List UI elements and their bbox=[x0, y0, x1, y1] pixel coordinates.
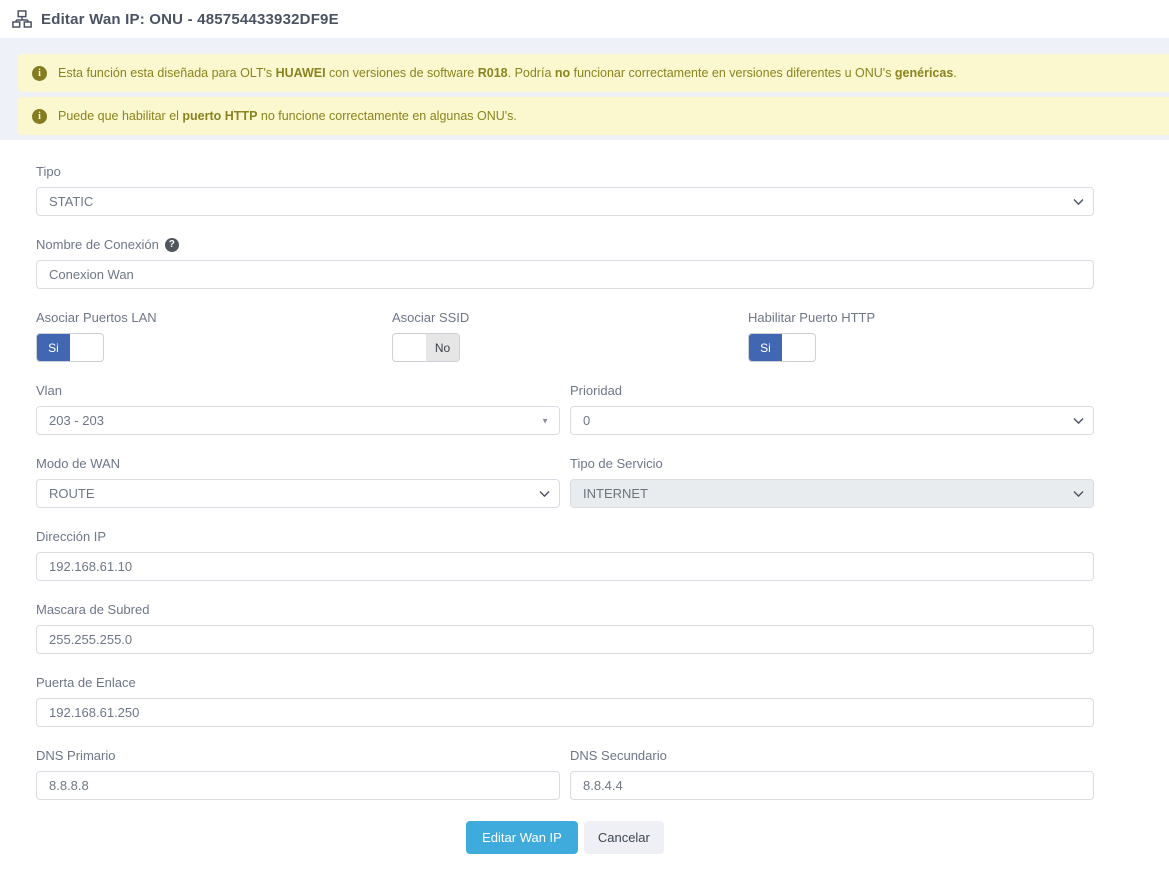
mascara-subred-label: Mascara de Subred bbox=[36, 602, 1094, 617]
habilitar-puerto-http-toggle[interactable]: Si bbox=[748, 333, 816, 362]
asociar-ssid-toggle[interactable]: No bbox=[392, 333, 460, 362]
prioridad-select[interactable]: 0 bbox=[570, 406, 1094, 435]
asociar-puertos-lan-toggle[interactable]: Si bbox=[36, 333, 104, 362]
toggle-state-label: Si bbox=[37, 334, 70, 361]
dns-row: DNS Primario DNS Secundario bbox=[36, 748, 1094, 800]
field-vlan: Vlan 203 - 203 ▼ bbox=[36, 383, 560, 435]
alert-text: Puede que habilitar el puerto HTTP no fu… bbox=[58, 109, 517, 123]
question-circle-icon[interactable]: ? bbox=[165, 238, 179, 252]
cancelar-button[interactable]: Cancelar bbox=[584, 821, 664, 854]
puerta-enlace-input[interactable] bbox=[36, 698, 1094, 727]
field-dns-primario: DNS Primario bbox=[36, 748, 560, 800]
asociar-ssid-label: Asociar SSID bbox=[392, 310, 738, 325]
alert-text: Esta función esta diseñada para OLT's HU… bbox=[58, 66, 957, 80]
tipo-servicio-selected-value: INTERNET bbox=[583, 486, 648, 501]
chevron-down-icon bbox=[1073, 490, 1084, 497]
field-asociar-puertos-lan: Asociar Puertos LAN Si bbox=[36, 310, 382, 362]
field-nombre-conexion: Nombre de Conexión ? bbox=[36, 237, 1094, 289]
info-circle-icon: i bbox=[32, 66, 47, 81]
tipo-selected-value: STATIC bbox=[49, 194, 93, 209]
prioridad-label: Prioridad bbox=[570, 383, 1094, 398]
field-tipo: Tipo STATIC bbox=[36, 164, 1094, 216]
chevron-down-icon bbox=[1073, 417, 1084, 424]
toggle-handle bbox=[393, 334, 426, 361]
mascara-subred-input[interactable] bbox=[36, 625, 1094, 654]
page-title: Editar Wan IP: ONU - 485754433932DF9E bbox=[41, 11, 339, 28]
modo-servicio-row: Modo de WAN ROUTE Tipo de Servicio INTER… bbox=[36, 456, 1094, 508]
vlan-prioridad-row: Vlan 203 - 203 ▼ Prioridad 0 bbox=[36, 383, 1094, 435]
nombre-conexion-label: Nombre de Conexión ? bbox=[36, 237, 1094, 252]
dns-primario-label: DNS Primario bbox=[36, 748, 560, 763]
alert-huawei-r018: i Esta función esta diseñada para OLT's … bbox=[18, 54, 1169, 92]
vlan-select[interactable]: 203 - 203 ▼ bbox=[36, 406, 560, 435]
tipo-label: Tipo bbox=[36, 164, 1094, 179]
tipo-servicio-label: Tipo de Servicio bbox=[570, 456, 1094, 471]
chevron-down-icon bbox=[539, 490, 550, 497]
modo-wan-selected-value: ROUTE bbox=[49, 486, 95, 501]
editar-wan-ip-button[interactable]: Editar Wan IP bbox=[466, 821, 578, 854]
vlan-label: Vlan bbox=[36, 383, 560, 398]
modo-wan-label: Modo de WAN bbox=[36, 456, 560, 471]
field-dns-secundario: DNS Secundario bbox=[570, 748, 1094, 800]
chevron-down-icon bbox=[1073, 198, 1084, 205]
asociar-puertos-lan-label: Asociar Puertos LAN bbox=[36, 310, 382, 325]
toggle-handle bbox=[782, 334, 815, 361]
field-modo-wan: Modo de WAN ROUTE bbox=[36, 456, 560, 508]
modo-wan-select[interactable]: ROUTE bbox=[36, 479, 560, 508]
direccion-ip-input[interactable] bbox=[36, 552, 1094, 581]
dns-secundario-label: DNS Secundario bbox=[570, 748, 1094, 763]
field-asociar-ssid: Asociar SSID No bbox=[392, 310, 738, 362]
toggle-state-label: No bbox=[426, 334, 459, 361]
direccion-ip-label: Dirección IP bbox=[36, 529, 1094, 544]
field-tipo-servicio: Tipo de Servicio INTERNET bbox=[570, 456, 1094, 508]
tipo-select[interactable]: STATIC bbox=[36, 187, 1094, 216]
field-prioridad: Prioridad 0 bbox=[570, 383, 1094, 435]
field-puerta-enlace: Puerta de Enlace bbox=[36, 675, 1094, 727]
sitemap-icon bbox=[12, 10, 32, 28]
alerts-container: i Esta función esta diseñada para OLT's … bbox=[0, 38, 1169, 135]
puerta-enlace-label: Puerta de Enlace bbox=[36, 675, 1094, 690]
form-actions: Editar Wan IP Cancelar bbox=[36, 821, 1094, 854]
field-habilitar-puerto-http: Habilitar Puerto HTTP Si bbox=[748, 310, 1094, 362]
field-mascara-subred: Mascara de Subred bbox=[36, 602, 1094, 654]
info-circle-icon: i bbox=[32, 109, 47, 124]
page-header: Editar Wan IP: ONU - 485754433932DF9E bbox=[0, 0, 1169, 38]
toggle-state-label: Si bbox=[749, 334, 782, 361]
prioridad-selected-value: 0 bbox=[583, 413, 590, 428]
toggle-handle bbox=[70, 334, 103, 361]
field-direccion-ip: Dirección IP bbox=[36, 529, 1094, 581]
tipo-servicio-select: INTERNET bbox=[570, 479, 1094, 508]
dropdown-arrow-icon: ▼ bbox=[541, 416, 549, 425]
vlan-selected-value: 203 - 203 bbox=[49, 413, 104, 428]
nombre-conexion-input[interactable] bbox=[36, 260, 1094, 289]
dns-primario-input[interactable] bbox=[36, 771, 560, 800]
edit-wan-form: Tipo STATIC Nombre de Conexión ? Asociar… bbox=[0, 140, 1169, 880]
habilitar-puerto-http-label: Habilitar Puerto HTTP bbox=[748, 310, 1094, 325]
dns-secundario-input[interactable] bbox=[570, 771, 1094, 800]
alert-http-port: i Puede que habilitar el puerto HTTP no … bbox=[18, 97, 1169, 135]
toggles-row: Asociar Puertos LAN Si Asociar SSID No H… bbox=[36, 310, 1094, 362]
